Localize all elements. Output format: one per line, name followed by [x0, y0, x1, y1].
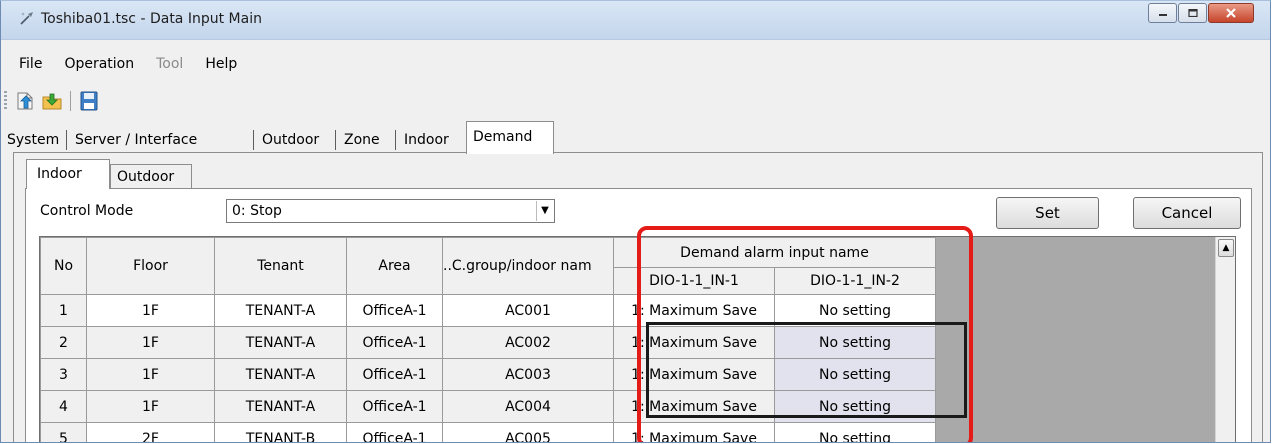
cell-area[interactable]: OfficeA-1 [346, 358, 443, 391]
cell-group[interactable]: AC002 [442, 326, 614, 359]
minimize-icon [1158, 14, 1167, 16]
window-title: Toshiba01.tsc - Data Input Main [41, 11, 262, 27]
tab-separator [335, 130, 336, 150]
column-header-tenant[interactable]: Tenant [214, 237, 347, 295]
main-tabs: System Server / Interface Outdoor Zone I… [1, 121, 1270, 154]
maximize-button[interactable] [1178, 3, 1207, 23]
tab-outdoor[interactable]: Outdoor [256, 127, 325, 153]
toolbar [1, 87, 201, 115]
column-header-group-label: ..C.group/indoor nam [443, 258, 592, 274]
menu-file[interactable]: File [1, 51, 53, 77]
cell-floor[interactable]: 1F [86, 294, 215, 327]
control-mode-value: 0: Stop [232, 203, 282, 219]
menu-operation[interactable]: Operation [53, 51, 145, 77]
cell-area[interactable]: OfficeA-1 [346, 422, 443, 442]
column-header-floor[interactable]: Floor [86, 237, 215, 295]
table-row[interactable]: 5 2F TENANT-B OfficeA-1 AC005 1: Maximum… [40, 422, 936, 442]
indoor-demand-panel: Control Mode 0: Stop ▼ Set Cancel No Flo… [25, 188, 1252, 442]
cell-area[interactable]: OfficeA-1 [346, 294, 443, 327]
control-mode-select[interactable]: 0: Stop ▼ [226, 199, 555, 223]
column-header-no[interactable]: No [40, 237, 87, 295]
cell-floor[interactable]: 1F [86, 358, 215, 391]
tab-separator [395, 130, 396, 150]
cell-in1[interactable]: 1: Maximum Save [613, 390, 775, 423]
cell-in1[interactable]: 1: Maximum Save [613, 294, 775, 327]
column-header-area[interactable]: Area [346, 237, 443, 295]
tab-demand[interactable]: Demand [466, 121, 554, 154]
column-header-group[interactable]: ..C.group/indoor nam [442, 237, 614, 295]
demand-tab-panel: Indoor Outdoor Control Mode 0: Stop ▼ Se… [13, 152, 1263, 442]
table-row[interactable]: 2 1F TENANT-A OfficeA-1 AC002 1: Maximum… [40, 326, 936, 359]
subtab-indoor[interactable]: Indoor [26, 159, 110, 189]
cell-group[interactable]: AC001 [442, 294, 614, 327]
cell-group[interactable]: AC003 [442, 358, 614, 391]
tab-server-interface[interactable]: Server / Interface [69, 127, 203, 153]
cell-in1[interactable]: 1: Maximum Save [613, 422, 775, 442]
cell-group[interactable]: AC005 [442, 422, 614, 442]
cell-in2[interactable]: No setting [774, 294, 936, 327]
column-group-header-demand: Demand alarm input name [613, 237, 936, 268]
cell-in1[interactable]: 1: Maximum Save [613, 326, 775, 359]
scroll-up-icon[interactable]: ▲ [1218, 239, 1234, 257]
export-icon[interactable] [15, 90, 37, 112]
toolbar-separator [70, 91, 71, 111]
cell-tenant[interactable]: TENANT-A [214, 326, 347, 359]
cell-floor[interactable]: 2F [86, 422, 215, 442]
minimize-button[interactable] [1148, 3, 1177, 23]
cell-tenant[interactable]: TENANT-B [214, 422, 347, 442]
cell-floor[interactable]: 1F [86, 326, 215, 359]
column-header-in2[interactable]: DIO-1-1_IN-2 [774, 267, 936, 295]
save-icon[interactable] [78, 90, 100, 112]
demand-table: No Floor Tenant Area ..C.group/indoor na… [40, 237, 936, 442]
cell-floor[interactable]: 1F [86, 390, 215, 423]
vertical-scrollbar[interactable]: ▲ [1215, 237, 1235, 442]
window-controls [1147, 3, 1254, 23]
cancel-button[interactable]: Cancel [1133, 197, 1241, 229]
set-button[interactable]: Set [996, 197, 1099, 229]
maximize-icon [1187, 9, 1198, 17]
tab-system[interactable]: System [1, 127, 65, 153]
table-row[interactable]: 1 1F TENANT-A OfficeA-1 AC001 1: Maximum… [40, 294, 936, 327]
app-icon [20, 12, 33, 25]
table-row[interactable]: 3 1F TENANT-A OfficeA-1 AC003 1: Maximum… [40, 358, 936, 391]
sub-tabs: Indoor Outdoor [14, 153, 1262, 189]
close-button[interactable] [1208, 3, 1254, 23]
cell-in2[interactable]: No setting [774, 326, 936, 359]
tab-indoor[interactable]: Indoor [398, 127, 455, 153]
cell-area[interactable]: OfficeA-1 [346, 326, 443, 359]
menu-bar: File Operation Tool Help [1, 51, 248, 77]
tab-separator [253, 130, 254, 150]
demand-grid: No Floor Tenant Area ..C.group/indoor na… [39, 236, 1236, 442]
menu-help[interactable]: Help [194, 51, 248, 77]
cell-in2[interactable]: No setting [774, 422, 936, 442]
cell-in1[interactable]: 1: Maximum Save [613, 358, 775, 391]
title-bar[interactable]: Toshiba01.tsc - Data Input Main [1, 1, 1270, 40]
cell-in2[interactable]: No setting [774, 358, 936, 391]
close-icon [1226, 8, 1236, 18]
menu-tool: Tool [156, 56, 184, 72]
tab-separator [66, 130, 67, 150]
cell-tenant[interactable]: TENANT-A [214, 358, 347, 391]
toolbar-grip[interactable] [4, 91, 7, 111]
cell-group[interactable]: AC004 [442, 390, 614, 423]
table-row[interactable]: 4 1F TENANT-A OfficeA-1 AC004 1: Maximum… [40, 390, 936, 423]
app-window: Toshiba01.tsc - Data Input Main File Ope… [0, 0, 1271, 443]
cell-area[interactable]: OfficeA-1 [346, 390, 443, 423]
control-mode-label: Control Mode [40, 203, 134, 219]
row-number: 1 [40, 294, 87, 327]
cell-in2[interactable]: No setting [774, 390, 936, 423]
row-number: 3 [40, 358, 87, 391]
chevron-down-icon[interactable]: ▼ [536, 201, 553, 221]
cell-tenant[interactable]: TENANT-A [214, 390, 347, 423]
row-number: 5 [40, 422, 87, 442]
row-number: 4 [40, 390, 87, 423]
tab-zone[interactable]: Zone [338, 127, 386, 153]
row-number: 2 [40, 326, 87, 359]
import-icon[interactable] [41, 90, 63, 112]
subtab-outdoor[interactable]: Outdoor [110, 164, 192, 189]
cell-tenant[interactable]: TENANT-A [214, 294, 347, 327]
column-header-in1[interactable]: DIO-1-1_IN-1 [613, 267, 775, 295]
